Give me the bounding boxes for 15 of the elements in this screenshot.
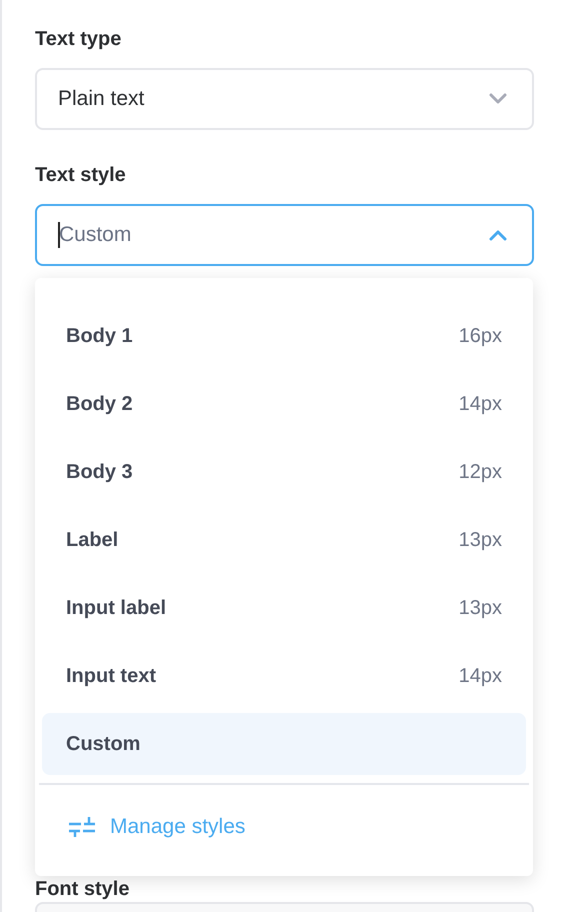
dropdown-option[interactable]: Label 13px (42, 509, 526, 571)
field-label: Font style (35, 877, 130, 902)
sliders-icon (68, 816, 96, 838)
field-label: Text type (35, 27, 122, 52)
select-field[interactable]: Custom (35, 204, 534, 266)
chevron-down-icon (488, 93, 508, 105)
dropdown-option[interactable]: Input text 14px (42, 645, 526, 707)
field-label: Text style (35, 163, 126, 188)
dropdown-option[interactable]: Body 1 16px (42, 305, 526, 367)
dropdown-option[interactable]: Input label 13px (42, 577, 526, 639)
chevron-up-icon (488, 229, 508, 241)
dropdown-option[interactable]: Body 3 12px (42, 441, 526, 503)
select-field[interactable]: Plain text (35, 68, 534, 130)
dropdown-option[interactable]: Body 2 14px (42, 373, 526, 435)
dropdown-option[interactable]: Custom (42, 713, 526, 775)
